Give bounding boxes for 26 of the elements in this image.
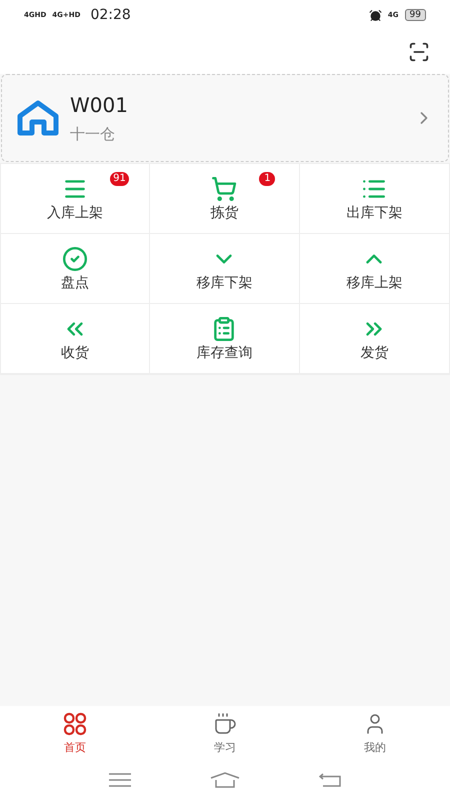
back-icon[interactable] <box>318 773 341 787</box>
clock-time: 02:28 <box>90 7 131 23</box>
count-badge: 91 <box>110 172 129 186</box>
function-button[interactable]: 移库下架 <box>150 234 300 304</box>
house-icon <box>16 99 60 137</box>
function-button[interactable]: 盘点 <box>1 234 150 304</box>
warehouse-card[interactable]: W001 十一仓 <box>1 74 449 162</box>
function-button[interactable]: 库存查询 <box>150 304 300 374</box>
tab[interactable]: 我的 <box>300 706 450 760</box>
tab[interactable]: 学习 <box>150 706 300 760</box>
home-icon[interactable] <box>210 772 240 788</box>
function-button[interactable]: 收货 <box>1 304 150 374</box>
cart-icon <box>211 176 238 202</box>
check-circle-icon <box>62 246 88 272</box>
scan-icon[interactable] <box>408 41 430 63</box>
warehouse-name: 十一仓 <box>70 124 116 144</box>
warehouse-code: W001 <box>70 92 129 116</box>
function-button[interactable]: 拣货 1 <box>150 164 300 234</box>
tab[interactable]: 首页 <box>0 706 150 760</box>
menu-icon[interactable] <box>109 773 132 787</box>
cup-icon <box>213 712 237 736</box>
count-badge: 1 <box>259 172 276 186</box>
function-button[interactable]: 入库上架 91 <box>1 164 150 234</box>
alarm-icon <box>368 8 382 22</box>
battery-level: 99 <box>404 9 426 21</box>
grid-icon <box>63 712 87 736</box>
